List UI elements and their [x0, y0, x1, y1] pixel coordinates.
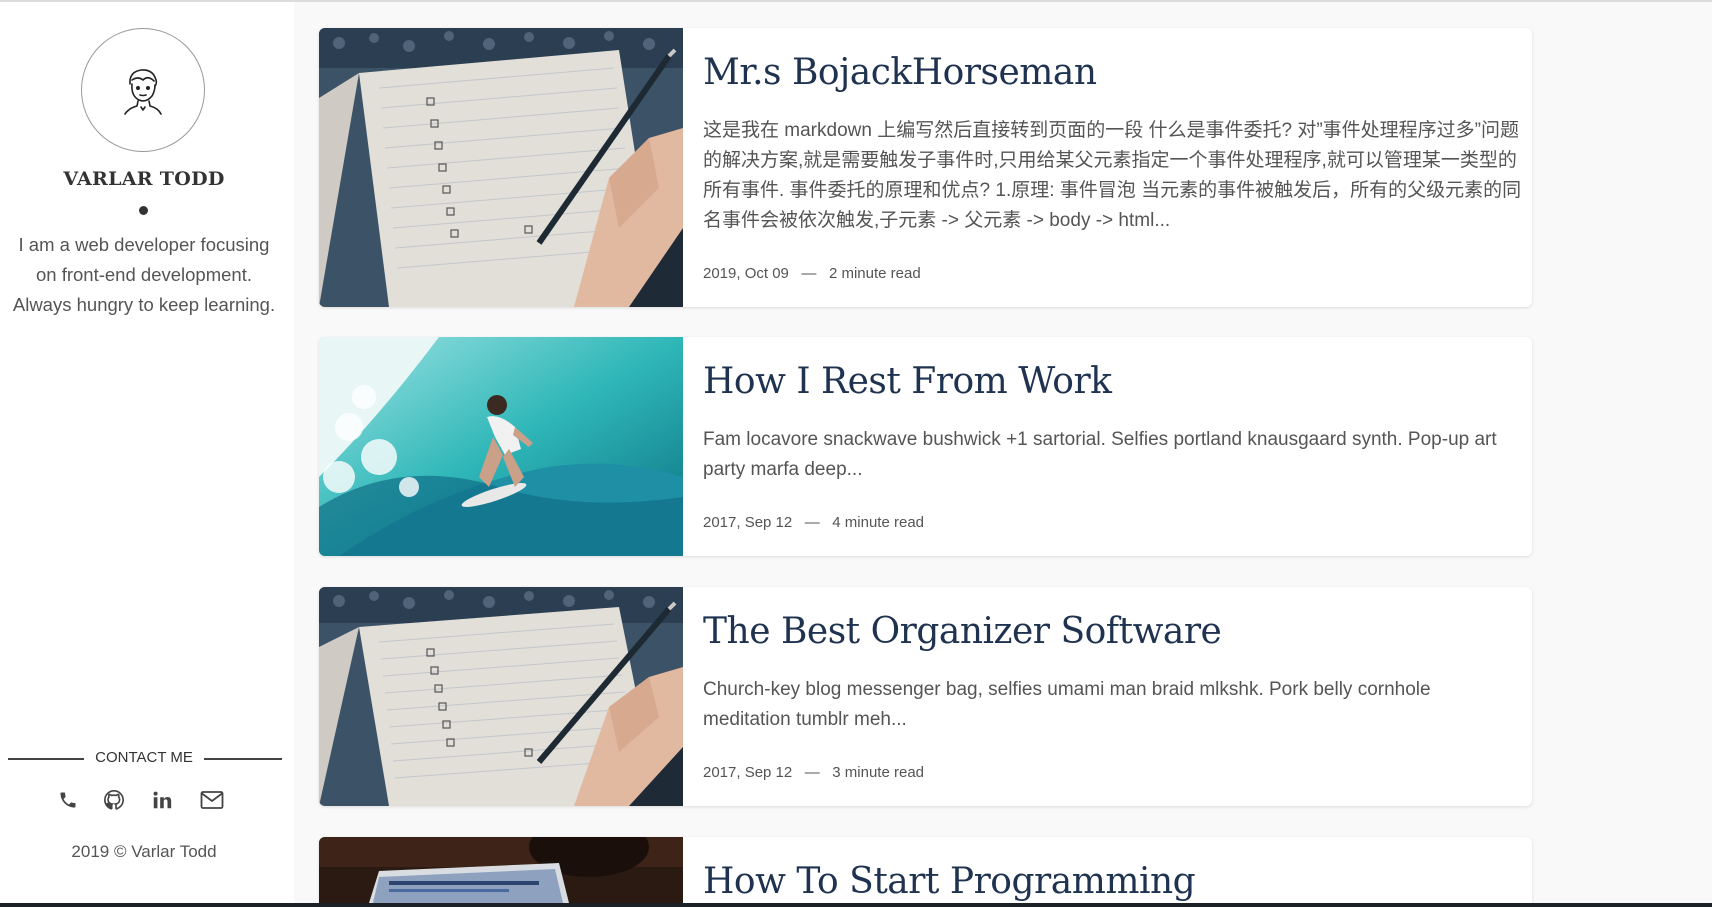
divider-right — [204, 758, 282, 760]
post-excerpt: Church-key blog messenger bag, selfies u… — [703, 679, 1431, 730]
contact-header: CONTACT ME — [0, 746, 288, 772]
post-card[interactable]: How I Rest From Work Fam locavore snackw… — [319, 337, 1532, 556]
post-title[interactable]: How To Start Programming — [703, 861, 1513, 902]
post-card[interactable]: The Best Organizer Software Church-key b… — [319, 587, 1532, 806]
post-card[interactable]: How To Start Programming — [319, 837, 1532, 903]
post-date: 2019, Oct 09 — [703, 265, 789, 282]
post-meta: 2017, Sep 12 — 3 minute read — [703, 764, 924, 781]
github-icon[interactable] — [102, 788, 126, 812]
divider-left — [8, 758, 84, 760]
post-title[interactable]: How I Rest From Work — [703, 361, 1513, 402]
meta-separator: — — [801, 265, 817, 282]
notebook-pen-photo — [319, 28, 683, 307]
author-name: VARLAR TODD — [63, 168, 225, 190]
post-thumbnail[interactable] — [319, 337, 683, 556]
author-bio: I am a web developer focusing on front-e… — [12, 234, 276, 315]
post-meta: 2019, Oct 09 — 2 minute read — [703, 265, 921, 282]
surfer-wave-photo — [319, 337, 683, 556]
post-date: 2017, Sep 12 — [703, 764, 793, 781]
copyright: 2019 © Varlar Todd — [71, 842, 217, 861]
post-meta: 2017, Sep 12 — 4 minute read — [703, 514, 924, 531]
post-read-time: 2 minute read — [828, 265, 921, 282]
post-read-time: 4 minute read — [832, 514, 925, 531]
phone-icon[interactable] — [56, 788, 80, 812]
post-thumbnail[interactable] — [319, 837, 683, 903]
post-excerpt: Fam locavore snackwave bushwick +1 sarto… — [703, 429, 1497, 480]
linkedin-icon[interactable] — [150, 788, 174, 812]
post-card[interactable]: Mr.s BojackHorseman 这是我在 markdown 上编写然后直… — [319, 28, 1532, 307]
post-title[interactable]: Mr.s BojackHorseman — [703, 52, 1513, 93]
name-separator-dot — [139, 206, 148, 215]
post-excerpt: 这是我在 markdown 上编写然后直接转到页面的一段 什么是事件委托? 对”… — [703, 120, 1522, 231]
meta-separator: — — [804, 764, 820, 781]
post-title[interactable]: The Best Organizer Software — [703, 611, 1513, 652]
sidebar: VARLAR TODD I am a web developer focusin… — [0, 2, 294, 903]
post-thumbnail[interactable] — [319, 28, 683, 307]
bottom-border — [0, 903, 1712, 907]
post-read-time: 3 minute read — [832, 764, 925, 781]
avatar[interactable] — [81, 28, 205, 152]
contact-label: CONTACT ME — [95, 749, 193, 766]
meta-separator: — — [804, 514, 820, 531]
mail-icon[interactable] — [200, 788, 224, 812]
laptop-photo — [319, 837, 683, 903]
notebook-pen-photo — [319, 587, 683, 806]
post-date: 2017, Sep 12 — [703, 514, 793, 531]
avatar-sketch-icon — [124, 69, 162, 115]
post-thumbnail[interactable] — [319, 587, 683, 806]
